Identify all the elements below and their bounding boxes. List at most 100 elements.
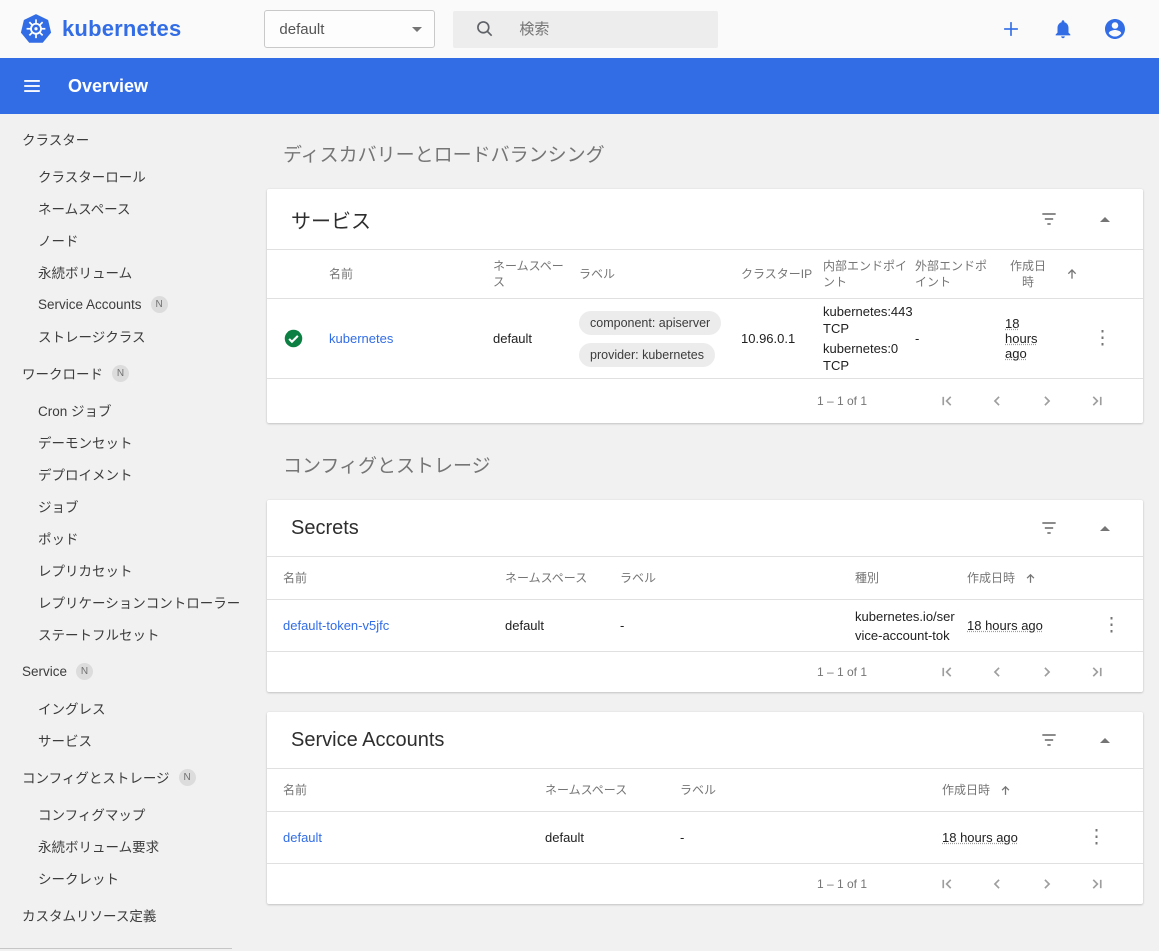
service-internal-endpoints: kubernetes:443 TCP kubernetes:0 TCP [823,304,913,373]
next-page-button[interactable] [1035,660,1059,684]
filter-button[interactable] [1029,199,1069,239]
account-button[interactable] [1095,9,1135,49]
sidebar-item-label: コンフィグとストレージ [22,771,170,786]
sidebar-item-config-and-storage[interactable]: コンフィグとストレージ N [0,756,265,798]
service-account-namespace: default [545,830,585,845]
collapse-button[interactable] [1085,199,1125,239]
row-menu-button[interactable]: ⋮ [1102,615,1121,636]
filter-button[interactable] [1029,508,1069,548]
service-account-name-link[interactable]: default [283,830,322,845]
sidebar-item-custom-resource-definitions[interactable]: カスタムリソース定義 [0,894,265,936]
secret-name-link[interactable]: default-token-v5jfc [283,618,389,633]
new-badge: N [112,364,129,382]
service-cluster-ip: 10.96.0.1 [741,331,796,346]
notifications-button[interactable] [1043,9,1083,49]
next-page-button[interactable] [1035,872,1059,896]
sidebar-item-label: 永続ボリューム要求 [38,840,160,855]
previous-page-button[interactable] [985,660,1009,684]
search-input[interactable] [519,20,690,38]
app-toolbar: Overview [0,58,1159,114]
row-menu-button[interactable]: ⋮ [1093,328,1112,349]
sidebar-item-deployments[interactable]: デプロイメント [0,458,265,490]
app-header: kubernetes default [0,0,1159,58]
previous-page-button[interactable] [985,389,1009,413]
sidebar-item-cluster-roles[interactable]: クラスターロール [0,160,265,192]
kubernetes-logo[interactable]: kubernetes [20,13,181,45]
sidebar-item-label: ネームスペース [38,202,131,217]
sidebar-item-pods[interactable]: ポッド [0,522,265,554]
menu-button[interactable] [10,64,54,108]
sidebar-item-persistent-volumes[interactable]: 永続ボリューム [0,256,265,288]
last-page-button[interactable] [1085,389,1109,413]
last-page-button[interactable] [1085,872,1109,896]
next-page-button[interactable] [1035,389,1059,413]
service-name-link[interactable]: kubernetes [329,331,393,346]
service-external-endpoints: - [915,331,920,346]
sidebar-item-storage-classes[interactable]: ストレージクラス [0,320,265,352]
sidebar-divider [0,948,232,949]
sidebar-item-namespaces[interactable]: ネームスペース [0,192,265,224]
filter-button[interactable] [1029,720,1069,760]
col-external-endpoints: 外部エンドポイント [915,259,988,289]
main-content: ディスカバリーとロードバランシング サービス 名前 ネームスペース ラベル クラ… [265,114,1159,951]
sidebar-item-nodes[interactable]: ノード [0,224,265,256]
sidebar-item-label: クラスターロール [38,170,146,185]
secrets-table-header: 名前 ネームスペース ラベル 種別 作成日時 [267,556,1143,600]
search-bar[interactable] [453,10,719,48]
col-name[interactable]: 名前 [329,266,493,282]
first-page-button[interactable] [935,872,959,896]
chevron-down-icon [412,26,423,32]
namespace-select[interactable]: default [264,10,436,48]
previous-page-button[interactable] [985,872,1009,896]
kubernetes-wheel-icon [20,13,52,45]
col-name[interactable]: 名前 [283,782,545,798]
sidebar-item-replication-controllers[interactable]: レプリケーションコントローラー [0,586,265,618]
col-name[interactable]: 名前 [283,570,505,586]
col-cluster-ip: クラスターIP [741,267,813,281]
sidebar-item-label: ステートフルセット [38,628,160,643]
sidebar-item-ingresses[interactable]: イングレス [0,692,265,724]
plus-icon [1000,18,1022,40]
service-account-row: default default - 18 hours ago ⋮ [267,812,1143,864]
sidebar-item-config-maps[interactable]: コンフィグマップ [0,798,265,830]
brand-name: kubernetes [62,16,182,41]
sidebar-item-service[interactable]: Service N [0,650,265,692]
sidebar-item-secrets[interactable]: シークレット [0,862,265,894]
sidebar-item-cron-jobs[interactable]: Cron ジョブ [0,394,265,426]
pagination-range: 1 – 1 of 1 [816,877,867,891]
user-avatar-icon [1103,17,1127,41]
collapse-button[interactable] [1085,720,1125,760]
sidebar-item-jobs[interactable]: ジョブ [0,490,265,522]
col-created[interactable]: 作成日時 [967,570,1102,586]
row-menu-button[interactable]: ⋮ [1087,827,1106,848]
sidebar-item-workloads[interactable]: ワークロード N [0,352,265,394]
col-labels: ラベル [620,571,657,585]
sidebar-item-label: ジョブ [38,500,79,515]
service-account-labels: - [680,830,685,845]
create-button[interactable] [991,9,1031,49]
col-labels: ラベル [680,783,717,797]
header-actions [979,9,1135,49]
sort-asc-icon [1059,266,1093,282]
sidebar-item-daemon-sets[interactable]: デーモンセット [0,426,265,458]
secrets-card: Secrets 名前 ネームスペース ラベル 種別 作成日時 default-t… [267,500,1143,692]
secret-created: 18 hours ago [967,618,1043,633]
sidebar-item-cluster[interactable]: クラスター [0,118,265,160]
collapse-button[interactable] [1085,508,1125,548]
sidebar-item-stateful-sets[interactable]: ステートフルセット [0,618,265,650]
section-title-config: コンフィグとストレージ [283,456,491,477]
sidebar-item-persistent-volume-claims[interactable]: 永続ボリューム要求 [0,830,265,862]
first-page-button[interactable] [935,660,959,684]
status-ok-icon [283,328,329,349]
first-page-button[interactable] [935,389,959,413]
sidebar-item-services[interactable]: サービス [0,724,265,756]
col-created[interactable]: 作成日時 [942,782,1087,798]
secrets-pagination: 1 – 1 of 1 [267,652,1143,692]
col-created[interactable]: 作成日時 [1005,258,1059,290]
sidebar-item-service-accounts[interactable]: Service Accounts N [0,288,265,320]
service-namespace: default [493,331,533,346]
last-page-button[interactable] [1085,660,1109,684]
arrow-up-icon [1100,737,1110,743]
sidebar-item-replica-sets[interactable]: レプリカセット [0,554,265,586]
sidebar-item-label: カスタムリソース定義 [22,909,157,924]
